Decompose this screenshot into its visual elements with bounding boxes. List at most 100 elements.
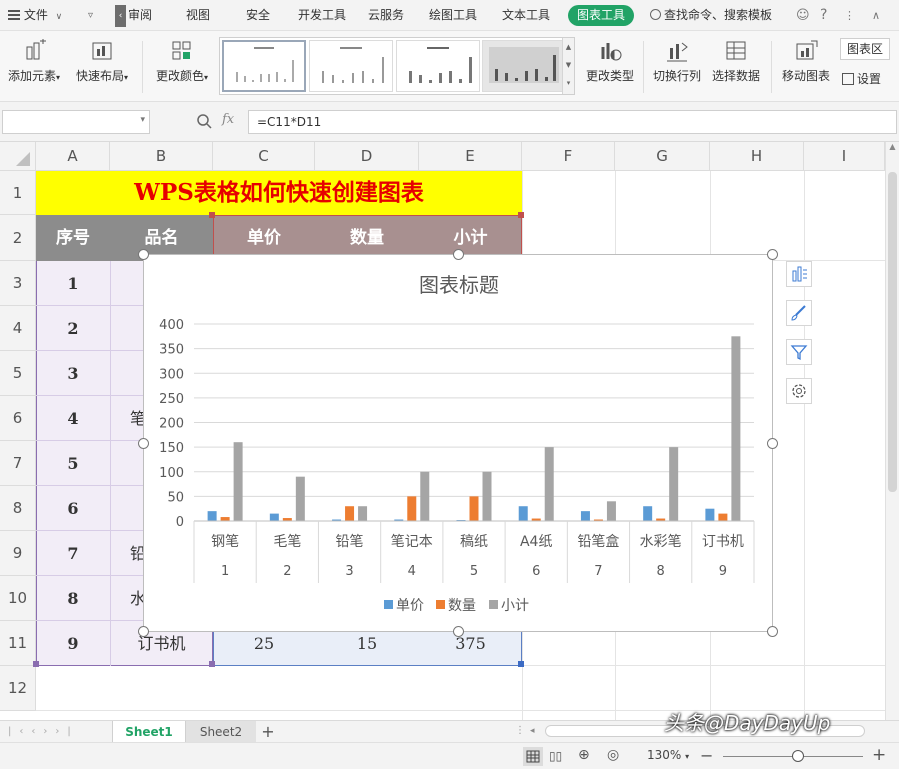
row-header[interactable]: 10 [0,576,36,621]
chart-resize-handle[interactable] [767,438,778,449]
chart-resize-handle[interactable] [138,438,149,449]
quick-layout-button[interactable]: 快速布局▾ [72,39,132,84]
chart-settings-button[interactable] [786,378,812,404]
seq-cell[interactable]: 9 [36,621,110,666]
zoom-in-button[interactable]: + [872,745,886,765]
chart-style-thumbnail[interactable] [222,40,306,92]
tab-sheet2[interactable]: Sheet2 [186,721,256,743]
range-handle[interactable] [209,661,215,667]
change-color-button[interactable]: 更改颜色▾ [152,39,212,84]
row-header[interactable]: 8 [0,486,36,531]
seq-cell[interactable]: 8 [36,576,110,621]
zoom-out-button[interactable]: − [700,746,713,765]
quick-access-dropdown-icon[interactable]: ▿ [88,0,93,31]
select-all-corner[interactable] [0,142,36,171]
chart-object[interactable]: 图表标题 050100150200250300350400 钢笔1毛笔2铅笔3笔… [143,254,773,632]
row-header[interactable]: 5 [0,351,36,396]
seq-cell[interactable]: 1 [36,261,110,306]
change-type-button[interactable]: 更改类型 [582,39,638,84]
column-header[interactable]: G [615,142,710,171]
seq-cell[interactable]: 6 [36,486,110,531]
menu-security[interactable]: 安全 [246,0,270,31]
name-box[interactable]: ▾ [2,110,150,134]
row-header[interactable]: 1 [0,171,36,215]
chart-area-select[interactable]: 图表区 [840,38,890,60]
row-header[interactable]: 12 [0,666,36,711]
menu-cloud[interactable]: 云服务 [368,0,404,31]
scroll-left-icon[interactable]: ◂ [530,726,535,736]
seq-cell[interactable]: 7 [36,531,110,576]
chart-style-thumbnail[interactable] [309,40,393,92]
fx-icon[interactable]: fx [222,112,234,127]
column-header[interactable]: H [710,142,804,171]
scroll-up-icon[interactable]: ▲ [886,142,899,151]
tab-sheet1[interactable]: Sheet1 [112,721,186,743]
fill-handle[interactable] [518,661,524,667]
column-header[interactable]: C [213,142,315,171]
seq-cell[interactable]: 3 [36,351,110,396]
menu-review[interactable]: 审阅 [128,0,152,31]
column-header[interactable]: D [315,142,419,171]
column-header[interactable]: F [522,142,615,171]
seq-cell[interactable]: 5 [36,441,110,486]
page-layout-view-icon[interactable]: ⊕ [578,747,590,763]
chart-style-thumbnail[interactable] [396,40,480,92]
chart-resize-handle[interactable] [138,626,149,637]
gallery-expand-icon[interactable]: ▾ [563,74,574,92]
chart-style-button[interactable] [786,300,812,326]
gallery-scroll[interactable]: ▲▼▾ [562,38,574,94]
chart-filter-button[interactable] [786,339,812,365]
eye-protection-icon[interactable]: ◎ [607,747,619,763]
zoom-slider-thumb[interactable] [792,750,804,762]
column-header[interactable]: A [36,142,110,171]
sheet-nav-arrows[interactable]: |‹‹››| [8,721,79,743]
column-header[interactable]: E [419,142,522,171]
chart-title[interactable]: 图表标题 [419,273,499,297]
select-data-button[interactable]: 选择数据 [708,39,764,84]
chart-resize-handle[interactable] [767,249,778,260]
menu-text-tools[interactable]: 文本工具 [502,0,550,31]
formula-input[interactable]: =C11*D11 [248,110,897,134]
title-cell[interactable]: WPS表格如何快速创建图表 [36,171,522,215]
chart-resize-handle[interactable] [767,626,778,637]
menu-developer[interactable]: 开发工具 [298,0,346,31]
range-handle[interactable] [209,212,215,218]
zoom-find-icon[interactable] [196,113,212,129]
more-icon[interactable]: ⋮ [844,0,855,31]
chart-resize-handle[interactable] [453,626,464,637]
row-header[interactable]: 4 [0,306,36,351]
next-sheet-icon[interactable]: › [43,726,55,737]
feedback-icon[interactable]: ☺ [796,0,810,31]
add-sheet-button[interactable]: + [258,721,278,743]
name-box-dropdown-icon[interactable]: ▾ [140,115,145,125]
page-break-view-icon[interactable]: ▯▯ [549,749,562,763]
command-search[interactable]: 查找命令、搜索模板 [650,0,772,31]
row-header[interactable]: 7 [0,441,36,486]
gallery-up-icon[interactable]: ▲ [563,38,574,56]
header-seq[interactable]: 序号 [36,215,110,261]
help-icon[interactable]: ? [820,0,827,31]
row-header[interactable]: 9 [0,531,36,576]
menu-view[interactable]: 视图 [186,0,210,31]
first-sheet-icon[interactable]: |‹ [8,726,31,737]
chart-resize-handle[interactable] [138,249,149,260]
row-header[interactable]: 3 [0,261,36,306]
add-element-button[interactable]: 添加元素▾ [6,39,62,84]
menu-chart-tools[interactable]: 图表工具 [568,5,634,26]
range-handle[interactable] [518,212,524,218]
collapse-ribbon-icon[interactable]: ∧ [872,0,880,31]
settings-button[interactable]: 设置 [842,69,898,89]
chart-resize-handle[interactable] [453,249,464,260]
vertical-scrollbar[interactable]: ▲ [885,142,899,720]
menu-scroll-left-button[interactable]: ‹ [115,5,126,27]
vertical-scroll-thumb[interactable] [888,172,897,492]
row-header[interactable]: 6 [0,396,36,441]
switch-row-col-button[interactable]: 切换行列 [650,39,704,84]
range-handle[interactable] [33,661,39,667]
column-header[interactable]: B [110,142,213,171]
last-sheet-icon[interactable]: ›| [55,726,78,737]
gallery-down-icon[interactable]: ▼ [563,56,574,74]
move-chart-button[interactable]: 移动图表 [778,39,834,84]
normal-view-button[interactable] [523,747,543,766]
chart-elements-button[interactable] [786,261,812,287]
